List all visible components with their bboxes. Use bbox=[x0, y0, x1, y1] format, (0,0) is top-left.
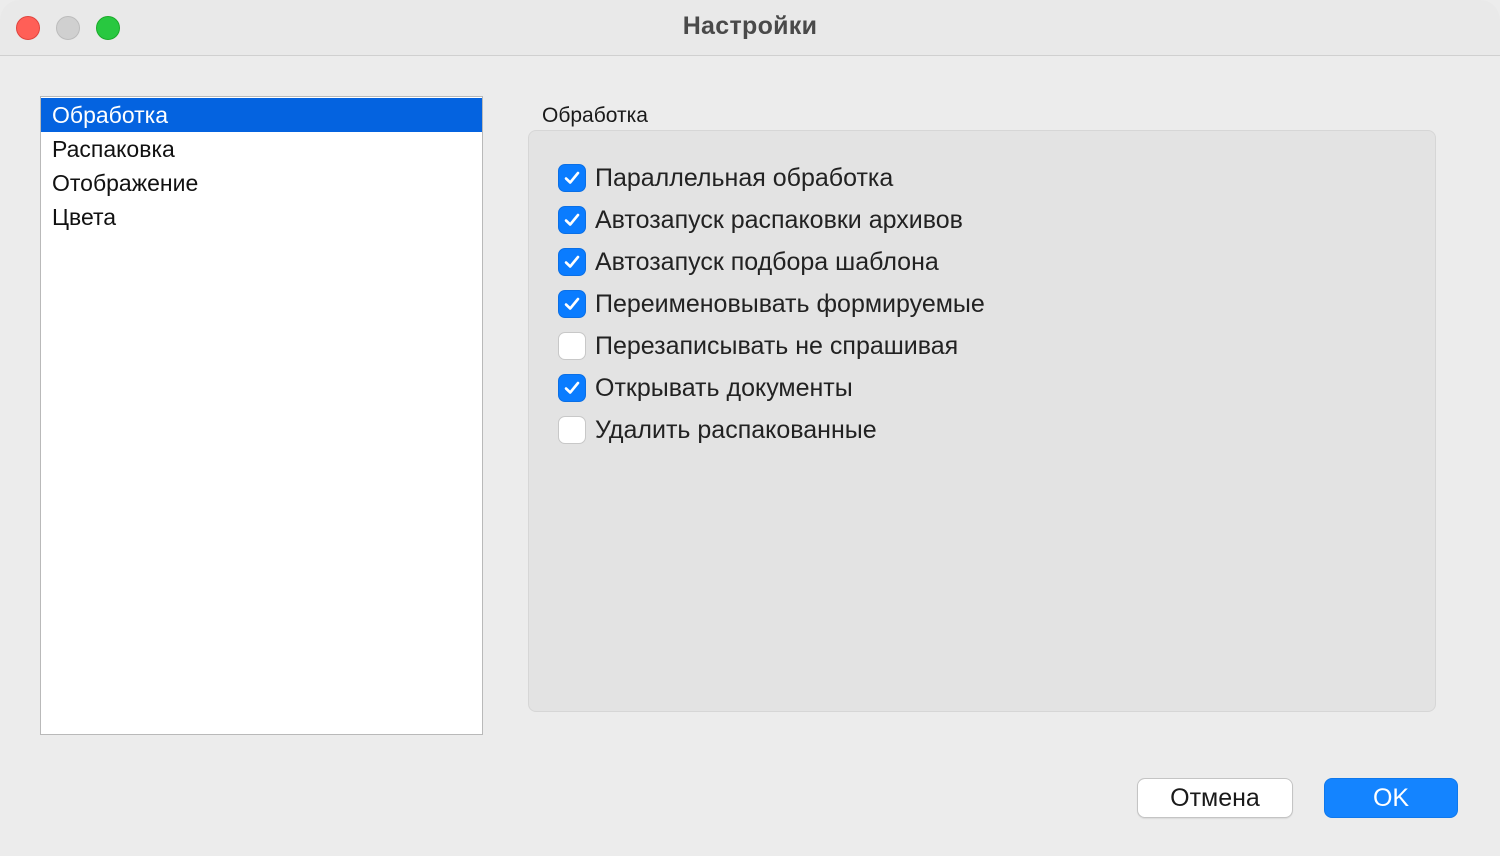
checkmark-icon bbox=[564, 255, 580, 268]
category-item-colors[interactable]: Цвета bbox=[41, 200, 482, 234]
checkbox[interactable] bbox=[558, 206, 586, 234]
checkbox[interactable] bbox=[558, 164, 586, 192]
checkbox[interactable] bbox=[558, 332, 586, 360]
checkmark-icon bbox=[564, 171, 580, 184]
category-item-unpacking[interactable]: Распаковка bbox=[41, 132, 482, 166]
checkbox[interactable] bbox=[558, 374, 586, 402]
option-label: Автозапуск подбора шаблона bbox=[595, 247, 939, 276]
checkmark-icon bbox=[564, 213, 580, 226]
option-rename-generated[interactable]: Переименовывать формируемые bbox=[558, 289, 985, 319]
option-overwrite-silently[interactable]: Перезаписывать не спрашивая bbox=[558, 331, 958, 361]
settings-window: Настройки Обработка Распаковка Отображен… bbox=[0, 0, 1500, 856]
option-label: Удалить распакованные bbox=[595, 415, 877, 444]
option-label: Открывать документы bbox=[595, 373, 853, 402]
category-list: Обработка Распаковка Отображение Цвета bbox=[40, 96, 483, 735]
title-bar: Настройки bbox=[0, 0, 1500, 56]
option-autostart-unpack[interactable]: Автозапуск распаковки архивов bbox=[558, 205, 963, 235]
option-label: Автозапуск распаковки архивов bbox=[595, 205, 963, 234]
option-delete-unpacked[interactable]: Удалить распакованные bbox=[558, 415, 877, 445]
checkmark-icon bbox=[564, 381, 580, 394]
category-item-processing[interactable]: Обработка bbox=[41, 98, 482, 132]
option-autostart-template[interactable]: Автозапуск подбора шаблона bbox=[558, 247, 939, 277]
cancel-button[interactable]: Отмена bbox=[1137, 778, 1293, 818]
window-title: Настройки bbox=[682, 12, 818, 40]
category-item-display[interactable]: Отображение bbox=[41, 166, 482, 200]
checkmark-icon bbox=[564, 297, 580, 310]
option-label: Параллельная обработка bbox=[595, 163, 894, 192]
group-title: Обработка bbox=[542, 104, 648, 127]
checkbox[interactable] bbox=[558, 290, 586, 318]
option-label: Перезаписывать не спрашивая bbox=[595, 331, 959, 360]
option-parallel-processing[interactable]: Параллельная обработка bbox=[558, 163, 893, 193]
checkbox[interactable] bbox=[558, 416, 586, 444]
option-label: Переименовывать формируемые bbox=[595, 289, 985, 318]
options-group: Параллельная обработка Автозапуск распак… bbox=[528, 130, 1436, 712]
option-open-documents[interactable]: Открывать документы bbox=[558, 373, 853, 403]
ok-button[interactable]: OK bbox=[1324, 778, 1458, 818]
checkbox[interactable] bbox=[558, 248, 586, 276]
